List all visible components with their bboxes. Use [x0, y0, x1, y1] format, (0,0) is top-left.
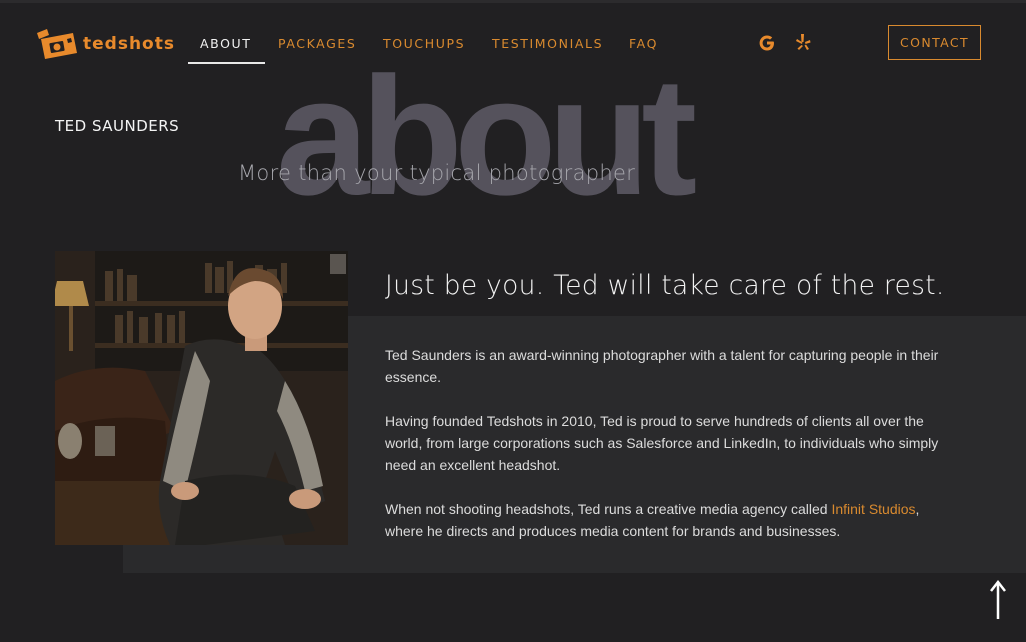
google-icon[interactable] [757, 33, 777, 53]
hero-background-word: about [276, 42, 697, 230]
logo-camera-icon [37, 29, 77, 59]
photographer-name: TED SAUNDERS [55, 117, 180, 135]
infinit-studios-link[interactable]: Infinit Studios [831, 501, 915, 517]
top-border [0, 0, 1026, 3]
about-headline: Just be you. Ted will take care of the r… [385, 270, 945, 301]
portrait-photo [55, 251, 348, 545]
paragraph-3-text-start: When not shooting headshots, Ted runs a … [385, 501, 832, 517]
hero-tagline: More than your typical photographer [238, 161, 636, 185]
about-paragraph-3: When not shooting headshots, Ted runs a … [385, 498, 945, 542]
nav-item-about[interactable]: ABOUT [200, 36, 252, 51]
brand-logo[interactable]: tedshots [33, 27, 175, 61]
nav-active-underline [188, 62, 265, 64]
yelp-icon[interactable] [794, 33, 812, 53]
contact-button[interactable]: CONTACT [888, 25, 981, 60]
logo-text: tedshots [83, 34, 175, 54]
about-paragraph-1: Ted Saunders is an award-winning photogr… [385, 347, 939, 385]
about-paragraph-2: Having founded Tedshots in 2010, Ted is … [385, 413, 939, 473]
arrow-up-icon[interactable] [987, 580, 1009, 620]
